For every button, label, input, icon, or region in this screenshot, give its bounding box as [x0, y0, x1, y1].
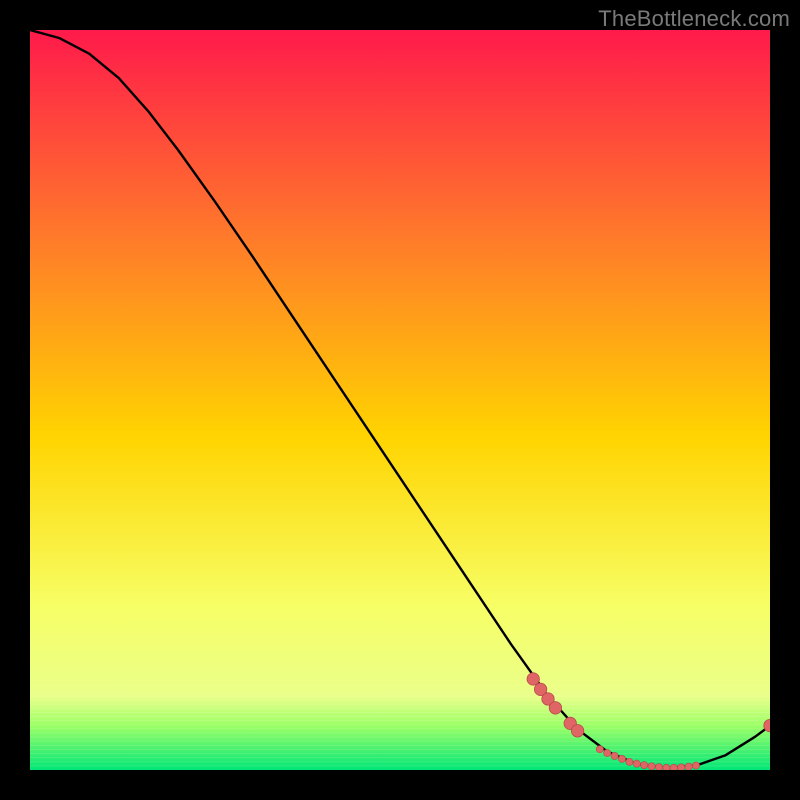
chart-stage: TheBottleneck.com [0, 0, 800, 800]
curve-marker [527, 673, 539, 685]
curve-marker [692, 762, 699, 769]
curve-marker [685, 763, 692, 770]
curve-marker [678, 764, 685, 770]
curve-marker [648, 763, 655, 770]
curve-marker [604, 749, 611, 756]
curve-marker [618, 755, 625, 762]
curve-marker [670, 764, 677, 770]
curve-marker [655, 764, 662, 770]
curve-marker [596, 746, 603, 753]
curve-marker [633, 760, 640, 767]
curve-marker [611, 752, 618, 759]
gradient-bg [30, 30, 770, 770]
chart-svg [30, 30, 770, 770]
curve-marker [663, 764, 670, 770]
plot-area [30, 30, 770, 770]
watermark-text: TheBottleneck.com [598, 6, 790, 32]
curve-marker [641, 762, 648, 769]
curve-marker [626, 758, 633, 765]
curve-marker [549, 702, 561, 714]
curve-marker [571, 725, 583, 737]
